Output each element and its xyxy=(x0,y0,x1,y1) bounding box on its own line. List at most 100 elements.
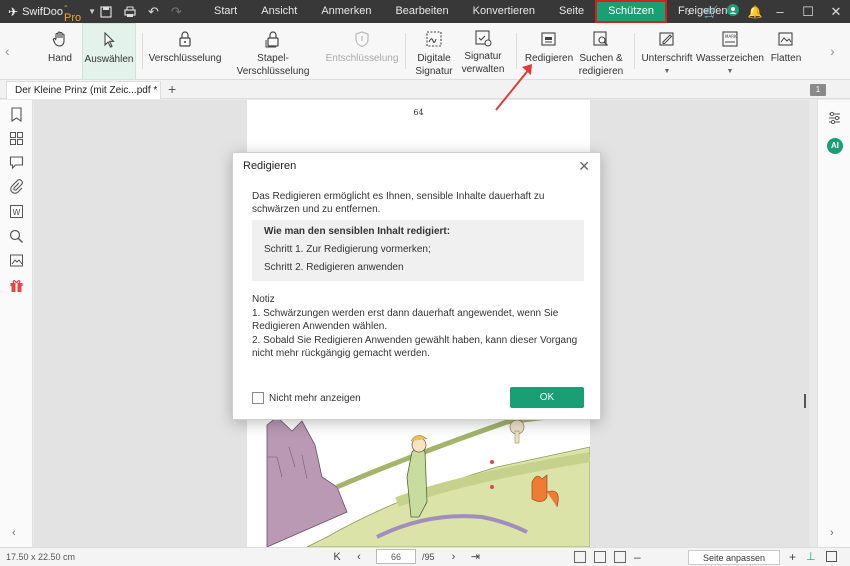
search-redact-icon xyxy=(592,29,610,49)
digitale-label-1: Digitale xyxy=(417,53,451,64)
hand-icon xyxy=(51,29,69,49)
undo-icon[interactable]: ↶ xyxy=(148,4,159,20)
close-icon[interactable]: ✕ xyxy=(578,159,590,173)
settings-sliders-icon[interactable] xyxy=(827,110,842,125)
menu-anmerken[interactable]: Anmerken xyxy=(309,0,383,23)
bookmark-icon[interactable] xyxy=(9,107,24,122)
page-number-input[interactable]: 66 xyxy=(376,549,416,564)
word-icon[interactable]: W xyxy=(9,204,24,219)
page-badge: 1 xyxy=(810,84,826,96)
title-bar: ✈ SwifDoo -Pro ▼ ↶ ↷ Start Ansicht Anmerk… xyxy=(0,0,850,24)
ribbon-divider xyxy=(142,33,143,69)
attachment-icon[interactable] xyxy=(9,179,24,194)
zoom-in-icon[interactable]: + xyxy=(789,550,796,564)
pin-icon[interactable]: ⊥ xyxy=(806,550,816,563)
digital-signature-icon xyxy=(425,29,443,49)
zoom-out-icon[interactable]: – xyxy=(634,550,641,564)
ribbon-divider xyxy=(634,33,635,69)
reading-mode-icon[interactable] xyxy=(594,551,606,563)
flatten-label: Flatten xyxy=(770,53,802,64)
ribbon-divider xyxy=(405,33,406,69)
ai-assistant-icon[interactable]: AI xyxy=(827,138,843,154)
right-sidebar-collapse-icon[interactable]: › xyxy=(830,527,834,539)
howto-step-1: Schritt 1. Zur Redigierung vormerken; xyxy=(264,244,431,255)
vertical-scrollbar[interactable] xyxy=(804,394,806,408)
save-icon[interactable] xyxy=(100,5,112,18)
comment-icon[interactable] xyxy=(9,155,24,170)
first-page-icon[interactable]: K xyxy=(326,551,348,563)
dont-show-again-checkbox[interactable]: Nicht mehr anzeigen xyxy=(252,392,361,404)
more-chevron-icon[interactable]: › xyxy=(678,5,700,19)
entschluesselung-button[interactable]: Entschlüsselung xyxy=(326,23,398,80)
thumbnails-icon[interactable] xyxy=(9,131,24,146)
document-tab[interactable]: Der Kleine Prinz (mit Zeic...pdf * xyxy=(6,81,161,110)
left-sidebar: W ‹ xyxy=(0,100,33,547)
last-page-icon[interactable]: ⇥ xyxy=(465,550,487,563)
view-mode-icons: – xyxy=(574,550,641,564)
menu-ansicht[interactable]: Ansicht xyxy=(249,0,309,23)
hand-button[interactable]: Hand xyxy=(40,23,80,80)
bell-icon[interactable]: 🔔 xyxy=(744,5,766,19)
ok-button[interactable]: OK xyxy=(510,387,584,408)
menu-start[interactable]: Start xyxy=(202,0,249,23)
minimize-icon[interactable]: – xyxy=(766,4,794,19)
digitale-signatur-button[interactable]: Digitale Signatur xyxy=(412,23,456,80)
new-tab-icon[interactable]: + xyxy=(168,80,176,98)
user-icon[interactable] xyxy=(722,4,744,19)
search-icon[interactable] xyxy=(9,229,24,244)
svg-text:W: W xyxy=(13,208,21,217)
ribbon-scroll-left-icon[interactable]: ‹ xyxy=(5,43,10,59)
print-icon[interactable] xyxy=(124,6,136,18)
zoom-select[interactable]: Seite anpassen xyxy=(688,550,780,565)
little-prince-illustration xyxy=(247,417,590,547)
menu-schuetzen[interactable]: Schützen xyxy=(595,0,667,23)
suchen-redigieren-button[interactable]: Suchen & redigieren xyxy=(576,23,626,80)
pen-signature-icon xyxy=(658,29,676,49)
close-icon[interactable]: ✕ xyxy=(822,4,850,20)
unterschrift-button[interactable]: Unterschrift ▼ xyxy=(640,23,694,80)
prev-page-icon[interactable]: ‹ xyxy=(348,551,370,563)
cart-icon[interactable]: 🛒 xyxy=(700,5,722,19)
stapel-label: Stapel-Verschlüsselung xyxy=(236,53,310,77)
redact-icon xyxy=(540,29,558,49)
next-page-icon[interactable]: › xyxy=(443,551,465,563)
fit-screen-icon[interactable] xyxy=(614,551,626,563)
document-tab-bar: Der Kleine Prinz (mit Zeic...pdf * + 1 xyxy=(0,80,850,110)
wasserzeichen-button[interactable]: MARK Wasserzeichen ▼ xyxy=(696,23,764,80)
maximize-icon[interactable]: ☐ xyxy=(794,4,822,20)
page-layout-icon[interactable] xyxy=(574,551,586,563)
signature-manage-icon xyxy=(474,29,492,47)
page-dimensions: 17.50 x 22.50 cm xyxy=(6,552,76,562)
checkbox-label: Nicht mehr anzeigen xyxy=(269,392,361,404)
auswaehlen-button[interactable]: Auswählen xyxy=(82,23,136,80)
verschluesselung-button[interactable]: Verschlüsselung xyxy=(149,23,221,80)
flatten-button[interactable]: Flatten xyxy=(766,23,806,80)
fullscreen-icon[interactable] xyxy=(826,551,837,562)
sidebar-collapse-icon[interactable]: ‹ xyxy=(12,527,16,539)
app-edition: -Pro xyxy=(64,0,82,24)
page-navigation: K ‹ 66 /95 › ⇥ xyxy=(326,549,487,564)
menu-konvertieren[interactable]: Konvertieren xyxy=(461,0,547,23)
gift-icon[interactable] xyxy=(9,278,24,293)
ribbon-scroll-right-icon[interactable]: › xyxy=(830,43,835,59)
annotation-arrow-icon xyxy=(495,64,532,111)
image-icon[interactable] xyxy=(9,253,24,268)
main-menu: Start Ansicht Anmerken Bearbeiten Konver… xyxy=(202,0,740,23)
howto-heading: Wie man den sensiblen Inhalt redigiert: xyxy=(264,226,451,237)
checkbox-box[interactable] xyxy=(252,392,264,404)
lock-icon xyxy=(177,29,193,49)
suchen-label-1: Suchen & xyxy=(579,53,623,64)
stapel-verschluesselung-button[interactable]: Stapel-Verschlüsselung xyxy=(224,23,322,80)
note-heading: Notiz xyxy=(252,294,275,305)
menu-bearbeiten[interactable]: Bearbeiten xyxy=(383,0,460,23)
swifdoo-logo-icon: ✈ xyxy=(8,4,19,19)
batch-lock-icon xyxy=(264,29,282,49)
menu-seite[interactable]: Seite xyxy=(547,0,596,23)
suchen-label-2: redigieren xyxy=(578,66,624,77)
dialog-description: Das Redigieren ermöglicht es Ihnen, sens… xyxy=(252,191,545,215)
redo-icon[interactable]: ↷ xyxy=(171,4,182,20)
document-tab-title: Der Kleine Prinz (mit Zeic...pdf * xyxy=(15,85,158,96)
note-section: Notiz 1. Schwärzungen werden erst dann d… xyxy=(252,293,587,361)
digitale-label-2: Signatur xyxy=(415,66,453,77)
app-menu[interactable]: ✈ SwifDoo -Pro ▼ xyxy=(0,0,96,24)
